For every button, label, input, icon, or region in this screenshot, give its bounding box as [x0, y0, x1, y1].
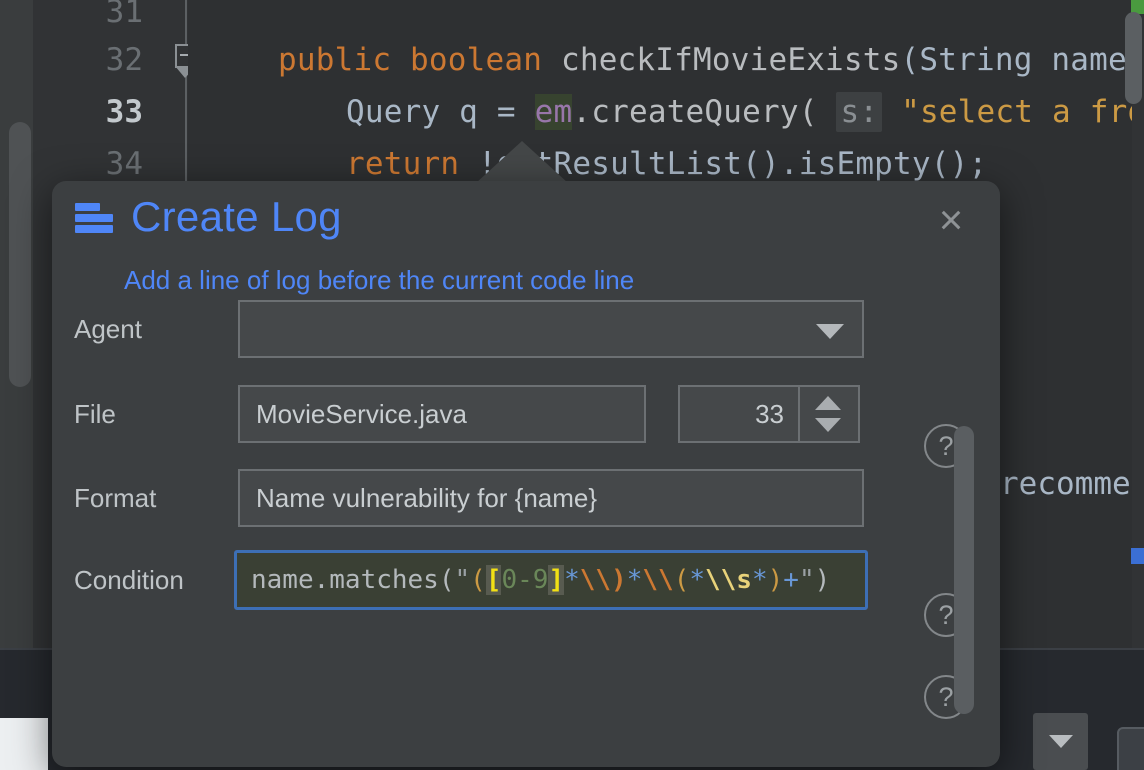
condition-token-17: "	[799, 565, 815, 595]
condition-token-13: \\s	[705, 565, 752, 595]
condition-token-1: (	[439, 565, 455, 595]
stepper-buttons[interactable]	[798, 387, 858, 441]
code-fragment-comment: recommen	[1000, 466, 1144, 502]
line-number-33: 33	[33, 86, 143, 138]
file-input-value: MovieService.java	[256, 399, 467, 430]
bottom-right-button[interactable]	[1117, 727, 1144, 770]
condition-token-8: \\)	[580, 565, 627, 595]
line-number-31: 31	[33, 0, 143, 38]
bottom-left-panel	[0, 718, 48, 770]
form-row-condition: Condition name.matches("([0-9]*\\)*\\(*\…	[52, 550, 1000, 610]
log-lines-icon	[73, 199, 113, 235]
condition-input[interactable]: name.matches("([0-9]*\\)*\\(*\\s*)+")	[234, 550, 868, 610]
line-number-32: 32	[33, 34, 143, 86]
code-token-punctuation: (	[901, 42, 920, 78]
stepper-down-icon[interactable]	[815, 418, 841, 432]
file-input[interactable]: MovieService.java	[238, 385, 646, 443]
line-number-value: 33	[680, 399, 798, 430]
code-line-32: public boolean checkIfMovieExists(String…	[188, 34, 1144, 86]
condition-token-6: ]	[548, 565, 564, 595]
editor-right-scrollbar-thumb[interactable]	[1125, 12, 1142, 104]
editor-left-scrollbar-thumb[interactable]	[9, 122, 31, 387]
stepper-up-icon[interactable]	[815, 396, 841, 410]
code-token-create-query: .createQuery(	[572, 94, 836, 130]
dialog-title: Create Log	[131, 193, 342, 241]
line-number-stepper[interactable]: 33	[678, 385, 860, 443]
form-row-format: Format Name vulnerability for {name}	[52, 468, 1000, 528]
label-file: File	[74, 399, 254, 430]
dialog-scrollbar-thumb[interactable]	[954, 426, 974, 714]
dialog-pointer-arrow	[476, 141, 568, 183]
condition-token-12: *	[689, 565, 705, 595]
form-row-file: File MovieService.java 33	[52, 384, 1000, 444]
code-token-method: checkIfMovieExists	[561, 42, 901, 78]
condition-token-4: [	[486, 565, 502, 595]
code-token-string-body: select a from M	[920, 94, 1144, 130]
create-log-dialog: Create Log × Add a line of log before th…	[52, 181, 1000, 767]
code-fold-line	[185, 0, 187, 185]
condition-token-5: 0-9	[501, 565, 548, 595]
code-token-params: String name	[919, 42, 1127, 78]
chevron-down-icon	[1049, 735, 1073, 748]
form-row-agent: Agent	[52, 299, 1000, 359]
condition-token-14: *	[752, 565, 768, 595]
code-fragment-braces: ls() { r	[1000, 296, 1144, 404]
agent-select[interactable]	[238, 300, 864, 358]
condition-token-18: )	[815, 565, 831, 595]
chevron-down-icon	[816, 324, 844, 339]
condition-token-7: *	[564, 565, 580, 595]
editor-marker-blue	[1131, 548, 1144, 564]
code-token-string-quote: "	[882, 94, 920, 130]
condition-token-16: +	[783, 565, 799, 595]
code-token-decl: Query q =	[346, 94, 535, 130]
condition-token-0: name.matches	[251, 565, 439, 595]
dialog-header: Create Log	[72, 193, 342, 241]
close-icon[interactable]: ×	[928, 197, 974, 243]
condition-token-9: *	[627, 565, 643, 595]
screen-root: 31 32 33 34 public boolean checkIfMovieE…	[0, 0, 1144, 770]
condition-token-15: )	[768, 565, 784, 595]
label-agent: Agent	[74, 314, 254, 345]
label-condition: Condition	[74, 565, 254, 596]
condition-token-2: "	[455, 565, 471, 595]
dialog-subtitle: Add a line of log before the current cod…	[124, 265, 634, 296]
condition-token-10: \\	[642, 565, 673, 595]
condition-token-3: (	[470, 565, 486, 595]
bottom-dropdown-button[interactable]	[1033, 713, 1088, 770]
code-line-33: Query q = em.createQuery( s: "select a f…	[188, 86, 1144, 138]
code-token-param-hint: s:	[836, 92, 882, 132]
code-token-keyword: public boolean	[278, 42, 561, 78]
code-token-variable-em: em	[535, 94, 573, 130]
condition-token-11: (	[674, 565, 690, 595]
label-format: Format	[74, 483, 254, 514]
format-input-value: Name vulnerability for {name}	[256, 483, 597, 514]
code-token-return: return	[346, 146, 478, 182]
format-input[interactable]: Name vulnerability for {name}	[238, 469, 864, 527]
